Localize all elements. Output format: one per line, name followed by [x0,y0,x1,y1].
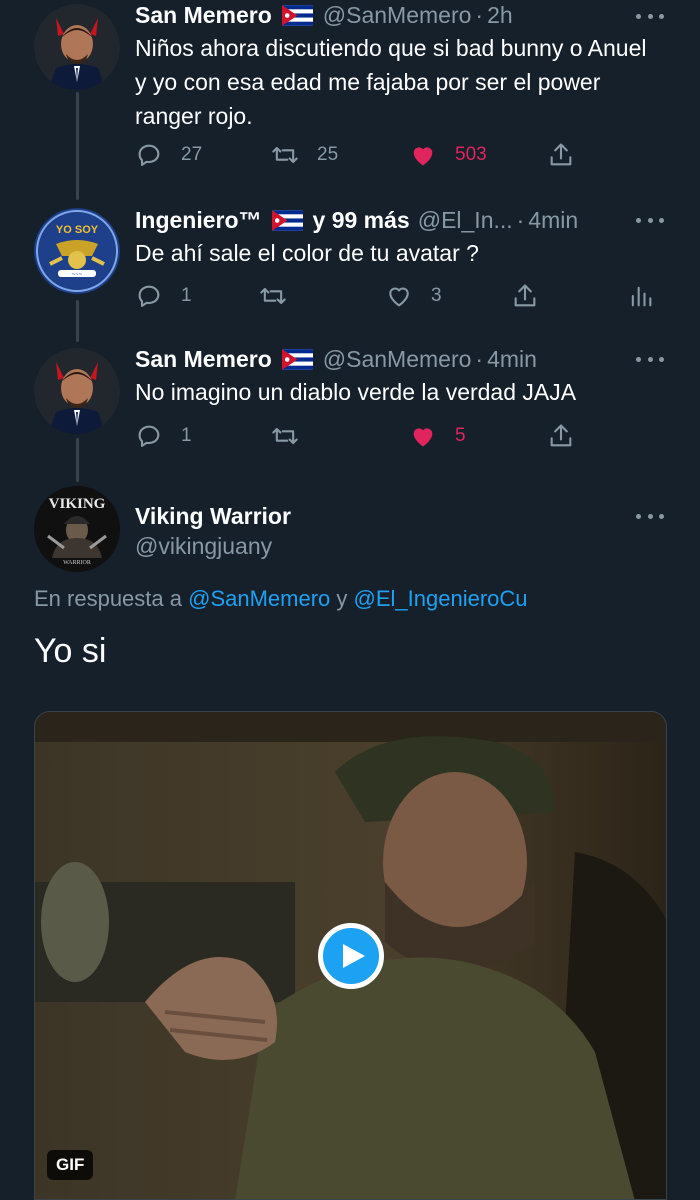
reply-count: 1 [181,425,192,446]
retweet-icon [272,146,298,164]
cuba-flag-icon [281,348,313,370]
play-icon [342,944,365,968]
reply-joiner: y [336,586,348,611]
reply-button[interactable]: 1 [135,279,192,313]
author-name[interactable]: San Memero [135,346,272,373]
reply-button[interactable]: 1 [135,419,192,453]
tweet-text: No imagino un diablo verde la verdad JAJ… [135,379,577,405]
like-count: 503 [455,144,487,165]
tweet[interactable]: San Memero @SanMemero · 4min No imagino … [0,340,700,480]
author-handle[interactable]: @SanMemero [323,346,472,373]
more-options-icon[interactable] [636,349,664,369]
heart-filled-icon [413,147,433,166]
cuba-flag-icon [281,4,313,26]
svg-text:~~~: ~~~ [72,272,83,278]
like-count: 3 [431,285,442,306]
devil-avatar-icon [34,348,120,434]
avatar[interactable] [34,348,120,434]
share-icon [550,424,572,447]
heart-filled-icon [413,428,433,447]
more-options-icon[interactable] [636,506,664,526]
share-icon [514,284,536,307]
author-handle[interactable]: @vikingjuany [135,533,272,560]
timestamp[interactable]: 4min [487,346,537,373]
tweet-actions: 1 3 [135,279,675,313]
mention-link[interactable]: @El_IngenieroCu [354,586,528,611]
reply-icon [138,425,160,447]
author-name[interactable]: Ingeniero™ [135,207,262,234]
more-options-icon[interactable] [636,6,664,26]
reply-count: 27 [181,144,203,165]
avatar-subtitle-text: WARRIOR [63,560,91,566]
reply-count: 1 [181,285,192,306]
author-handle[interactable]: @El_In... [418,207,513,234]
timestamp[interactable]: 2h [487,2,513,29]
tweet-actions: 1 5 [135,419,675,453]
author-name[interactable]: San Memero [135,2,272,29]
tweet[interactable]: YO SOY ~~~ Ingeniero™ y 99 más @El_In...… [0,200,700,340]
devil-avatar-icon [34,4,120,90]
engineer-badge-avatar-icon: YO SOY ~~~ [34,208,120,294]
more-options-icon[interactable] [636,210,664,230]
reply-context: En respuesta a @SanMemero y @El_Ingenier… [34,586,528,612]
avatar[interactable]: VIKING WARRIOR [34,486,120,572]
separator: · [516,206,525,233]
tweet-text: Yo si [34,632,107,670]
tweet[interactable]: San Memero @SanMemero · 2h Niños ahora d… [0,0,700,190]
retweet-icon [260,287,286,305]
author-name[interactable]: Viking Warrior [135,503,291,530]
reply-icon [138,144,160,166]
like-button[interactable]: 5 [409,419,466,453]
avatar[interactable]: YO SOY ~~~ [34,208,120,294]
share-icon [550,143,572,166]
tweet-actions: 27 25 503 [135,138,675,172]
reply-icon [138,285,160,307]
like-button[interactable]: 3 [385,279,442,313]
play-button[interactable] [318,923,384,989]
like-button[interactable]: 503 [409,138,487,172]
retweet-button[interactable] [259,279,305,313]
retweet-count: 25 [317,144,339,165]
mention-link[interactable]: @SanMemero [188,586,330,611]
like-count: 5 [455,425,466,446]
retweet-button[interactable] [271,419,317,453]
share-button[interactable] [511,279,557,313]
author-handle[interactable]: @SanMemero [323,2,472,29]
share-button[interactable] [547,138,593,172]
cuba-flag-icon [271,209,303,231]
viking-avatar-icon: VIKING WARRIOR [34,486,120,572]
gif-badge: GIF [47,1150,94,1180]
analytics-icon [631,286,652,307]
avatar[interactable] [34,4,120,90]
tweet-text: De ahí sale el color de tu avatar ? [135,240,479,266]
separator: · [475,345,484,372]
reply-prefix: En respuesta a [34,586,182,611]
reply-button[interactable]: 27 [135,138,202,172]
timestamp[interactable]: 4min [528,207,578,234]
separator: · [475,1,484,28]
author-extra[interactable]: y 99 más [313,207,410,234]
share-button[interactable] [547,419,593,453]
analytics-button[interactable] [627,279,673,313]
tweet-text: Niños ahora discutiendo que si bad bunny… [135,35,647,129]
retweet-icon [272,427,298,445]
avatar-title-text: VIKING [49,496,106,512]
avatar-badge-text: YO SOY [56,224,99,236]
heart-outline-icon [389,287,409,307]
gif-media[interactable]: GIF [34,711,667,1200]
retweet-button[interactable]: 25 [271,138,338,172]
